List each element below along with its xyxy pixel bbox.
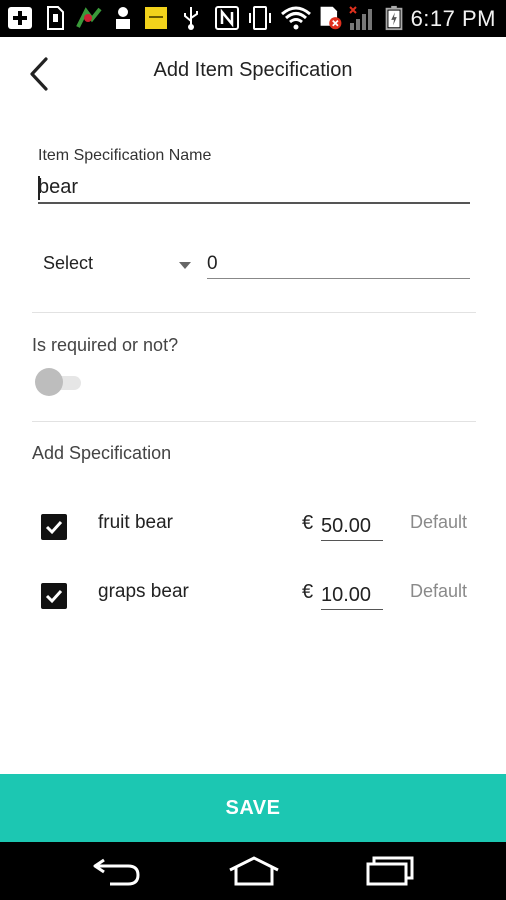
- select-label: Select: [43, 253, 94, 273]
- default-label[interactable]: Default: [410, 512, 467, 533]
- sim-error-icon: [320, 6, 342, 30]
- required-toggle[interactable]: [35, 368, 83, 396]
- page-title: Add Item Specification: [153, 59, 353, 81]
- checkmark-icon: [45, 520, 63, 535]
- recent-apps-icon: [366, 856, 414, 886]
- toggle-thumb: [35, 368, 63, 396]
- spec-row: graps bear € Default: [0, 577, 506, 627]
- dropdown-arrow-icon: [179, 262, 191, 269]
- nav-home-button[interactable]: [224, 854, 284, 888]
- add-icon: [8, 7, 32, 29]
- item-spec-name-label: Item Specification Name: [38, 147, 212, 164]
- spec-name: graps bear: [98, 581, 189, 602]
- item-spec-name-input[interactable]: [38, 172, 470, 204]
- wifi-icon: [281, 6, 311, 30]
- spec-row: fruit bear € Default: [0, 508, 506, 558]
- battery-icon: [385, 5, 403, 31]
- person-icon: [116, 7, 130, 29]
- home-icon: [229, 856, 279, 886]
- currency-symbol: €: [302, 512, 314, 534]
- app-header: Add Item Specification: [0, 37, 506, 109]
- text-cursor: [38, 176, 40, 200]
- required-label: Is required or not?: [32, 335, 179, 355]
- price-input[interactable]: [321, 512, 383, 541]
- spec-checkbox[interactable]: [41, 583, 67, 609]
- spec-name: fruit bear: [98, 512, 173, 533]
- back-icon: [93, 858, 140, 886]
- nav-back-button[interactable]: [88, 854, 148, 888]
- add-specification-title: Add Specification: [32, 443, 172, 463]
- divider: [32, 421, 476, 422]
- status-bar: 6:17 PM: [0, 0, 506, 37]
- vibrate-icon: [249, 6, 271, 30]
- nfc-icon: [215, 6, 239, 30]
- notes-icon: [145, 7, 167, 29]
- default-label[interactable]: Default: [410, 581, 467, 602]
- carrier-icon: [76, 7, 102, 28]
- nav-recents-button[interactable]: [360, 854, 420, 888]
- status-time: 6:17 PM: [410, 6, 496, 31]
- save-button[interactable]: SAVE: [0, 774, 506, 842]
- signal-icon: [349, 6, 372, 30]
- divider: [32, 312, 476, 313]
- quantity-input[interactable]: [207, 250, 470, 279]
- navigation-bar: [0, 842, 506, 900]
- sd-card-icon: [47, 6, 64, 30]
- spec-checkbox[interactable]: [41, 514, 67, 540]
- usb-icon: [184, 7, 198, 30]
- currency-symbol: €: [302, 581, 314, 603]
- price-input[interactable]: [321, 581, 383, 610]
- checkmark-icon: [45, 589, 63, 604]
- select-dropdown[interactable]: Select: [38, 246, 198, 282]
